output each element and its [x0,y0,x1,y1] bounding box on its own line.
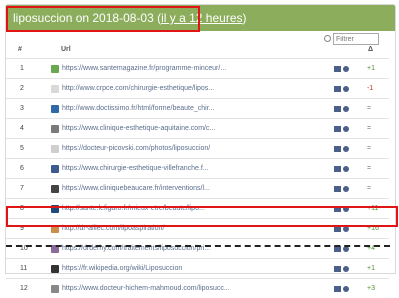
table-row: 6 https://www.chirurgie-esthetique-villef… [6,158,389,178]
chart-icon[interactable] [334,226,341,232]
row-delta: +16 [367,225,379,232]
row-number: 1 [20,65,24,72]
chart-icon[interactable] [334,66,341,72]
row-number: 8 [20,205,24,212]
row-url-link[interactable]: https://www.cliniquebeaucare.fr/interven… [62,185,210,192]
details-icon[interactable] [343,186,349,192]
title-suffix: ) [242,11,247,25]
row-number: 9 [20,225,24,232]
row-number: 2 [20,85,24,92]
favicon-icon [51,285,59,293]
filter-input[interactable] [333,33,379,45]
panel-title: liposuccion on 2018-08-03 (il y a 12 heu… [13,11,247,25]
chart-icon[interactable] [334,126,341,132]
favicon-icon [51,185,59,193]
row-number: 4 [20,125,24,132]
row-delta: +1 [367,65,375,72]
favicon-icon [51,145,59,153]
row-number: 6 [20,165,24,172]
panel-header: liposuccion on 2018-08-03 (il y a 12 heu… [6,5,395,31]
top10-separator [6,245,390,247]
row-number: 3 [20,105,24,112]
row-number: 12 [20,285,28,292]
details-icon[interactable] [343,266,349,272]
table-row: 4 https://www.clinique-esthetique-aquitai… [6,118,389,138]
chart-icon[interactable] [334,86,341,92]
title-ago-link[interactable]: il y a 12 heures [161,11,242,25]
table-row: 3 http://www.doctissimo.fr/html/forme/bea… [6,98,389,118]
chart-icon[interactable] [334,146,341,152]
chart-icon[interactable] [334,286,341,292]
favicon-icon [51,225,59,233]
row-url-link[interactable]: https://www.clinique-esthetique-aquitain… [62,125,215,132]
row-delta: +3 [367,285,375,292]
favicon-icon [51,105,59,113]
table-row: 2 http://www.crpce.com/chirurgie-esthetiq… [6,78,389,98]
row-url-link[interactable]: https://www.docteur-hichem-mahmoud.com/l… [62,285,230,292]
chart-icon[interactable] [334,166,341,172]
row-delta: = [367,185,372,192]
row-delta: +1 [367,265,375,272]
col-delta-header[interactable]: Δ [368,46,373,53]
chart-icon[interactable] [334,206,341,212]
table-row: 10 https://drderhy.com/traitements/liposu… [6,238,389,258]
table-row: 12 https://www.docteur-hichem-mahmoud.com… [6,278,389,298]
table-row: 11 https://fr.wikipedia.org/wiki/Liposucc… [6,258,389,278]
favicon-icon [51,125,59,133]
details-icon[interactable] [343,226,349,232]
chart-icon[interactable] [334,186,341,192]
row-delta: = [367,145,372,152]
details-icon[interactable] [343,86,349,92]
table-row: 7 https://www.cliniquebeaucare.fr/interve… [6,178,389,198]
row-delta: -1 [367,85,374,92]
title-prefix: liposuccion on 2018-08-03 ( [13,11,162,25]
details-icon[interactable] [343,166,349,172]
table-row: 8 http://sante.lefigaro.fr/mieux-etre/bea… [6,198,389,218]
favicon-icon [51,165,59,173]
table-row: 9 http://dr-alliec.com/lipoaspiration/ +16 [6,218,389,238]
row-url-link[interactable]: http://dr-alliec.com/lipoaspiration/ [62,225,164,232]
details-icon[interactable] [343,286,349,292]
row-url-link[interactable]: https://docteur-picovski.com/photos/lipo… [62,145,210,152]
row-url-link[interactable]: https://www.chirurgie-esthetique-villefr… [62,165,209,172]
col-url-header[interactable]: Url [61,46,71,53]
row-url-link[interactable]: http://www.doctissimo.fr/html/forme/beau… [62,105,215,112]
row-number: 11 [20,265,28,272]
row-delta: +11 [367,205,379,212]
row-delta: = [367,165,372,172]
chart-icon[interactable] [334,106,341,112]
details-icon[interactable] [343,206,349,212]
row-number: 7 [20,185,24,192]
row-delta: = [367,125,372,132]
row-url-link[interactable]: https://www.santemagazine.fr/programme-m… [62,65,226,72]
details-icon[interactable] [343,146,349,152]
favicon-icon [51,65,59,73]
favicon-icon [51,205,59,213]
row-url-link[interactable]: http://sante.lefigaro.fr/mieux-etre/beau… [62,205,205,212]
settings-icon[interactable] [324,35,331,42]
table-row: 5 https://docteur-picovski.com/photos/lip… [6,138,389,158]
favicon-icon [51,85,59,93]
chart-icon[interactable] [334,266,341,272]
row-url-link[interactable]: http://www.crpce.com/chirurgie-esthetiqu… [62,85,214,92]
details-icon[interactable] [343,106,349,112]
col-num-header: # [18,46,22,53]
table-row: 1 https://www.santemagazine.fr/programme-… [6,58,389,78]
row-number: 5 [20,145,24,152]
details-icon[interactable] [343,126,349,132]
row-delta: = [367,105,372,112]
row-url-link[interactable]: https://fr.wikipedia.org/wiki/Liposuccio… [62,265,182,272]
details-icon[interactable] [343,66,349,72]
